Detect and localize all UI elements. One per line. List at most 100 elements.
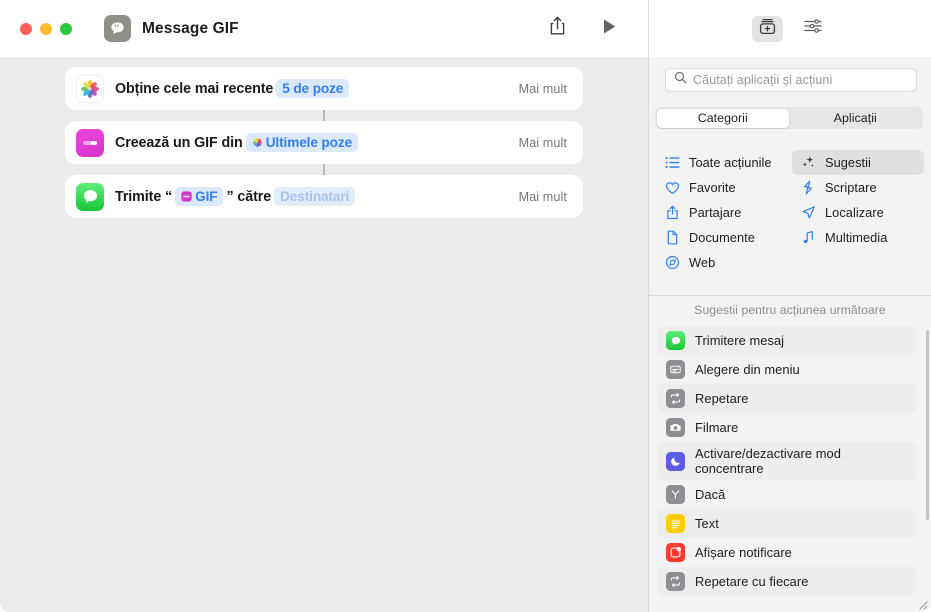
category-item-media[interactable]: Multimedia xyxy=(792,225,924,250)
window-titlebar: Message GIF xyxy=(0,0,648,57)
search-placeholder: Căutați aplicații și acțiuni xyxy=(693,73,833,87)
suggestion-label: Repetare xyxy=(695,391,749,406)
variable-token-label: GIF xyxy=(195,189,218,204)
share-button[interactable] xyxy=(542,14,572,44)
music-note-icon xyxy=(800,230,816,246)
library-segmented-control[interactable]: Categorii Aplicații xyxy=(655,107,923,129)
play-run-icon xyxy=(602,18,617,40)
suggestions-list: Trimitere mesaj Alegere din meniu Repeta… xyxy=(658,326,916,596)
tab-applications[interactable]: Aplicații xyxy=(789,109,922,128)
action-library-button[interactable] xyxy=(752,15,783,42)
action-text-part: Creează un GIF din xyxy=(115,134,243,151)
suggestion-label: Trimitere mesaj xyxy=(695,333,785,348)
suggestion-item-send-message[interactable]: Trimitere mesaj xyxy=(658,326,916,355)
category-item-documents[interactable]: Documente xyxy=(656,225,788,250)
search-input[interactable]: Căutați aplicații și acțiuni xyxy=(665,68,917,92)
category-grid: Toate acțiunile Sugestii Favorite Script… xyxy=(656,150,924,275)
action-card-send-message[interactable]: Trimite “ GIF ” către Destinatari Mai mu… xyxy=(65,175,583,218)
action-card-make-gif[interactable]: Creează un GIF din Ultimele poze Mai mul… xyxy=(65,121,583,164)
suggestion-label: Alegere din meniu xyxy=(695,362,800,377)
run-shortcut-button[interactable] xyxy=(594,14,624,44)
suggestion-item-record-video[interactable]: Filmare xyxy=(658,413,916,442)
messages-app-icon xyxy=(76,182,104,211)
category-label: Scriptare xyxy=(825,180,877,195)
tab-categories[interactable]: Categorii xyxy=(656,108,789,128)
action-text: Trimite “ GIF ” către Destinatari xyxy=(115,187,358,206)
shortcut-details-button[interactable] xyxy=(797,16,828,42)
recipients-placeholder-token[interactable]: Destinatari xyxy=(274,187,356,206)
category-item-scripting[interactable]: Scriptare xyxy=(792,175,924,200)
variable-token-label: 5 de poze xyxy=(282,81,344,96)
suggestion-label: Text xyxy=(695,516,719,531)
more-button[interactable]: Mai mult xyxy=(519,190,567,204)
more-button[interactable]: Mai mult xyxy=(519,82,567,96)
category-label: Sugestii xyxy=(825,155,871,170)
maximize-window-button[interactable] xyxy=(60,22,72,35)
sliders-icon xyxy=(803,17,823,40)
suggestion-item-if[interactable]: Dacă xyxy=(658,480,916,509)
suggestion-label: Activare/dezactivare mod concentrare xyxy=(695,446,841,476)
category-label: Toate acțiunile xyxy=(689,155,772,170)
share-icon xyxy=(549,16,566,41)
variable-token-gif[interactable]: GIF xyxy=(175,187,224,206)
suggestion-label: Dacă xyxy=(695,487,726,502)
sparkles-icon xyxy=(800,155,816,171)
suggestion-item-repeat-with-each[interactable]: Repetare cu fiecare xyxy=(658,567,916,596)
menu-picker-icon xyxy=(666,360,685,379)
shortcut-document-icon xyxy=(104,15,131,42)
search-field-wrapper[interactable]: Căutați aplicații și acțiuni xyxy=(665,68,917,92)
action-text-part: Trimite “ xyxy=(115,188,173,205)
category-item-favorites[interactable]: Favorite xyxy=(656,175,788,200)
gif-token-icon xyxy=(181,191,192,202)
category-item-suggestions[interactable]: Sugestii xyxy=(792,150,924,175)
category-label: Favorite xyxy=(689,180,736,195)
action-card-get-latest-photos[interactable]: Obține cele mai recente 5 de poze Mai mu… xyxy=(65,67,583,110)
action-text: Creează un GIF din Ultimele poze xyxy=(115,133,361,152)
location-arrow-icon xyxy=(800,205,816,221)
library-toolbar xyxy=(649,0,931,57)
share-icon xyxy=(664,205,680,221)
camera-icon xyxy=(666,418,685,437)
action-text: Obține cele mai recente 5 de poze xyxy=(115,79,352,98)
category-item-sharing[interactable]: Partajare xyxy=(656,200,788,225)
suggestion-label: Afișare notificare xyxy=(695,545,792,560)
suggestions-header: Sugestii pentru acțiunea următoare xyxy=(694,303,886,317)
text-lines-icon xyxy=(666,514,685,533)
workflow-canvas: Obține cele mai recente 5 de poze Mai mu… xyxy=(0,57,648,612)
photos-token-icon xyxy=(252,137,263,148)
category-item-all-actions[interactable]: Toate acțiunile xyxy=(656,150,788,175)
category-item-web[interactable]: Web xyxy=(656,250,788,275)
category-item-location[interactable]: Localizare xyxy=(792,200,924,225)
category-label: Partajare xyxy=(689,205,742,220)
list-bullet-icon xyxy=(664,155,680,171)
library-scrollbar[interactable] xyxy=(926,330,929,520)
minimize-window-button[interactable] xyxy=(40,22,52,35)
heart-icon xyxy=(664,180,680,196)
suggestion-item-toggle-focus[interactable]: Activare/dezactivare mod concentrare xyxy=(658,442,916,480)
suggestion-label: Repetare cu fiecare xyxy=(695,574,809,589)
editor-pane: Message GIF Obține cele mai recente 5 de… xyxy=(0,0,648,612)
photos-app-icon xyxy=(76,74,104,103)
action-connector xyxy=(323,110,325,121)
suggestion-item-choose-from-menu[interactable]: Alegere din meniu xyxy=(658,355,916,384)
focus-moon-icon xyxy=(666,451,685,471)
suggestion-item-show-notification[interactable]: Afișare notificare xyxy=(658,538,916,567)
notification-icon xyxy=(666,543,685,562)
suggestion-label: Filmare xyxy=(695,420,739,435)
document-icon xyxy=(664,230,680,246)
more-button[interactable]: Mai mult xyxy=(519,136,567,150)
suggestion-item-text[interactable]: Text xyxy=(658,509,916,538)
action-text-part: ” către xyxy=(226,188,272,205)
page-title: Message GIF xyxy=(142,19,239,37)
category-label: Web xyxy=(689,255,716,270)
search-icon xyxy=(674,71,687,89)
category-label: Localizare xyxy=(825,205,884,220)
variable-token-photo-count[interactable]: 5 de poze xyxy=(276,79,350,98)
variable-token-latest-photos[interactable]: Ultimele poze xyxy=(245,133,359,152)
close-window-button[interactable] xyxy=(20,22,32,35)
messages-app-icon xyxy=(666,331,685,350)
category-label: Multimedia xyxy=(825,230,888,245)
suggestion-item-repeat[interactable]: Repetare xyxy=(658,384,916,413)
compass-icon xyxy=(664,255,680,271)
window-resize-grip[interactable] xyxy=(916,597,928,610)
